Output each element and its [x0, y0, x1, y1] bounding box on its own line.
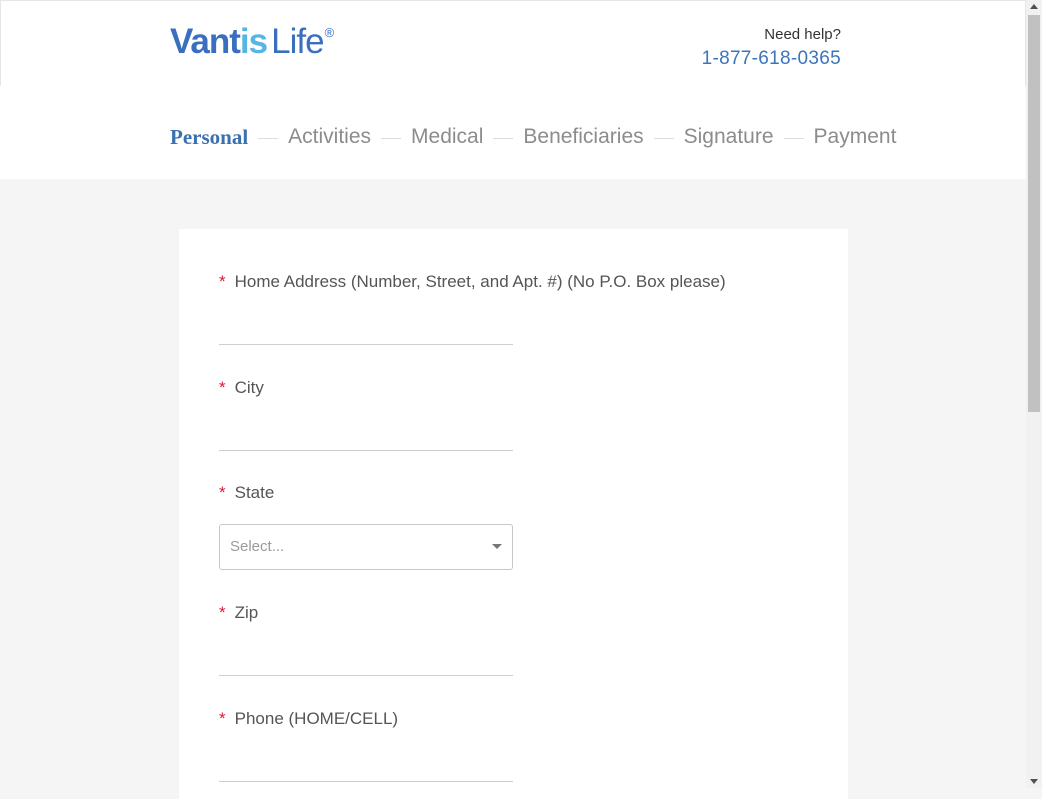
city-input[interactable] — [219, 420, 513, 451]
personal-info-form: * Home Address (Number, Street, and Apt. … — [179, 229, 848, 799]
home-address-label-text: Home Address (Number, Street, and Apt. #… — [234, 272, 726, 291]
help-contact: Need help? 1-877-618-0365 — [702, 25, 841, 71]
scrollbar-thumb[interactable] — [1028, 15, 1040, 412]
page-scrollbar[interactable] — [1026, 0, 1042, 788]
required-mark: * — [219, 483, 226, 502]
step-activities[interactable]: Activities — [288, 122, 371, 152]
need-help-label: Need help? — [764, 26, 841, 43]
phone-field: * Phone (HOME/CELL) — [219, 707, 679, 782]
required-mark: * — [219, 378, 226, 397]
step-separator — [653, 137, 674, 139]
scroll-down-arrow-icon[interactable] — [1030, 779, 1038, 784]
caret-down-icon — [492, 544, 502, 549]
required-mark: * — [219, 272, 226, 291]
step-beneficiaries[interactable]: Beneficiaries — [523, 122, 643, 152]
step-payment[interactable]: Payment — [814, 122, 897, 152]
city-label: * City — [219, 376, 679, 400]
phone-input[interactable] — [219, 751, 513, 782]
state-select-placeholder: Select... — [230, 538, 285, 555]
logo-registered-mark: ® — [324, 25, 335, 40]
city-field: * City — [219, 376, 679, 451]
state-select[interactable]: Select... — [219, 524, 513, 570]
zip-field: * Zip — [219, 601, 679, 676]
state-field: * State Select... — [219, 481, 679, 570]
logo-text-is: is — [239, 22, 268, 61]
logo-text-vant: Vant — [170, 22, 241, 61]
scroll-up-arrow-icon[interactable] — [1030, 4, 1038, 9]
zip-label-text: Zip — [234, 603, 259, 622]
step-separator — [258, 137, 279, 139]
step-separator — [493, 137, 514, 139]
step-personal[interactable]: Personal — [170, 122, 248, 152]
progress-steps: Personal Activities Medical Beneficiarie… — [170, 122, 896, 152]
state-label-text: State — [234, 483, 275, 502]
header-border — [0, 0, 1026, 1]
required-mark: * — [219, 709, 226, 728]
city-label-text: City — [234, 378, 264, 397]
header-border-left — [0, 0, 1, 86]
zip-input[interactable] — [219, 645, 513, 676]
zip-label: * Zip — [219, 601, 679, 625]
site-header: Vantis Life® Need help? 1-877-618-0365 Pe… — [0, 0, 1026, 179]
step-separator — [381, 137, 402, 139]
home-address-field: * Home Address (Number, Street, and Apt. … — [219, 270, 726, 345]
required-mark: * — [219, 603, 226, 622]
step-medical[interactable]: Medical — [411, 122, 483, 152]
logo-text-life: Life — [271, 22, 324, 61]
help-phone-link[interactable]: 1-877-618-0365 — [702, 47, 841, 71]
step-separator — [783, 137, 804, 139]
vantis-life-logo[interactable]: Vantis Life® — [170, 22, 334, 62]
state-label: * State — [219, 481, 679, 505]
phone-label: * Phone (HOME/CELL) — [219, 707, 679, 731]
step-signature[interactable]: Signature — [684, 122, 774, 152]
home-address-label: * Home Address (Number, Street, and Apt. … — [219, 270, 726, 294]
phone-label-text: Phone (HOME/CELL) — [234, 709, 399, 728]
home-address-input[interactable] — [219, 314, 513, 345]
